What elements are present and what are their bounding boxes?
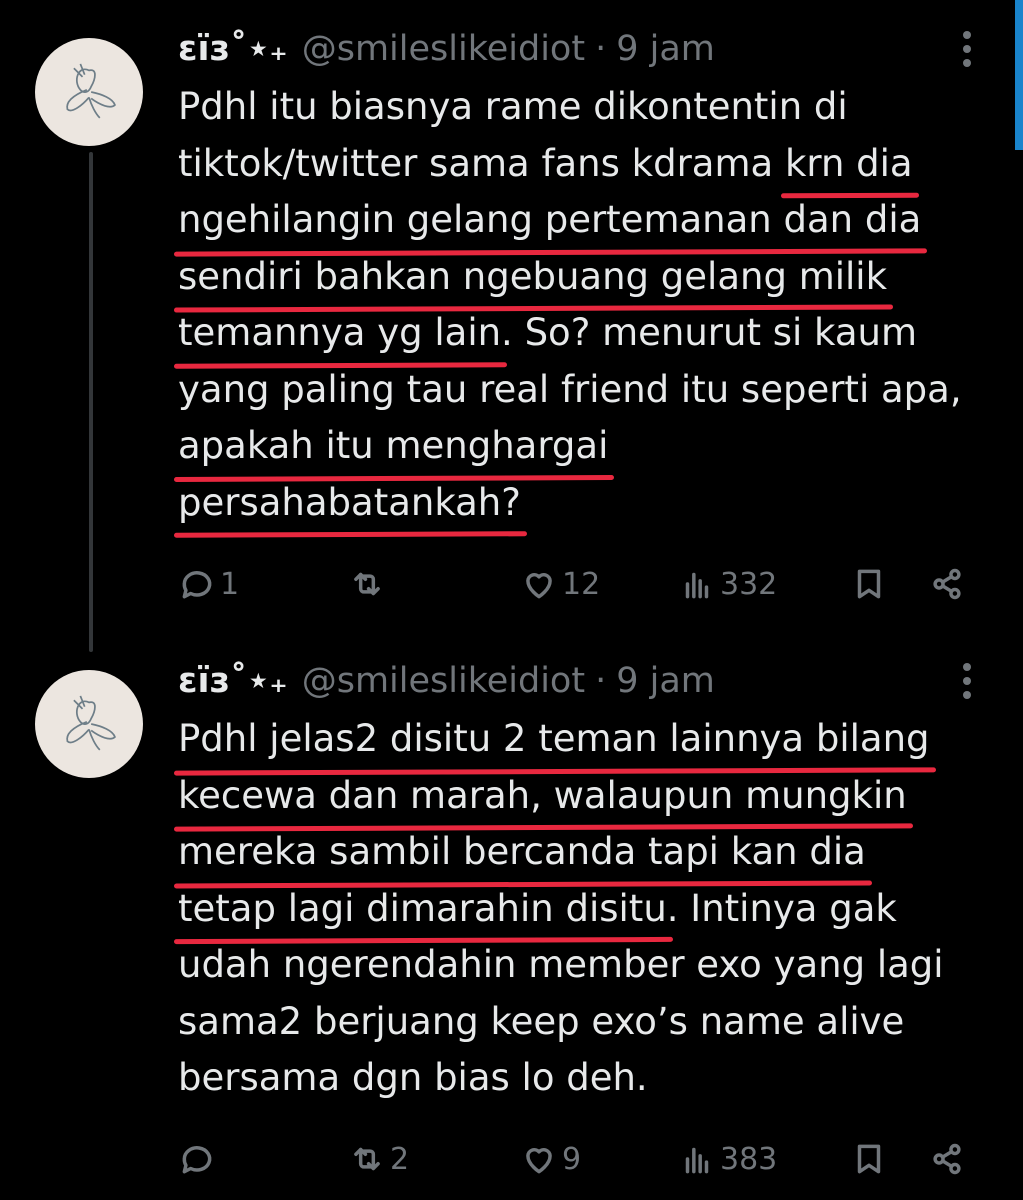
reply-icon [182,571,212,599]
like-count: 12 [562,566,601,602]
retweet-button[interactable]: 2 [348,1134,409,1184]
reply-count: 1 [220,566,240,602]
butterfly-avatar-icon [66,695,116,751]
retweet-icon [354,1147,380,1171]
views-button[interactable]: 332 [678,559,777,609]
share-button[interactable] [928,1134,966,1184]
tweet-text-line: sama2 berjuang keep exo’s name alive [178,994,998,1051]
display-name[interactable]: εïз˚⋆₊ [178,29,288,69]
bookmark-icon [857,1144,881,1174]
underlined-text: kecewa dan marah, walaupun mungkin [178,768,907,825]
text-segment: tiktok/twitter sama fans kdrama [178,141,785,185]
bookmark-button[interactable] [850,1134,888,1184]
underlined-text: sendiri bahkan ngebuang gelang milik [178,249,887,306]
views-icon [685,1147,709,1174]
tweet-text-line: tetap lagi dimarahin disitu. Intinya gak [178,881,998,938]
underlined-text: persahabatankah? [178,475,521,532]
text-segment: bersama dgn bias lo deh. [178,1056,648,1099]
tweet-text-line: apakah itu menghargai [178,418,998,475]
reply-button[interactable]: 1 [178,559,239,609]
reply-button[interactable] [178,1134,220,1184]
underlined-text: tetap lagi dimarahin disitu [178,881,667,938]
share-button[interactable] [928,559,966,609]
avatar[interactable] [35,670,143,778]
tweet-text-line: yang paling tau real friend itu seperti … [178,362,998,419]
user-handle[interactable]: @smileslikeidiot [302,661,585,701]
tweet-text-line: ngehilangin gelang pertemanan dan dia [178,192,998,249]
underlined-text: mereka sambil bercanda tapi kan dia [178,824,866,881]
text-segment: . So? menurut si kaum [501,311,917,354]
tweet-header: εïз˚⋆₊ @smileslikeidiot · 9 jam [178,24,968,74]
tweet-text-line: udah ngerendahin member exo yang lagi [178,937,998,994]
retweet-icon [354,572,380,596]
like-icon [526,573,552,599]
text-segment: Pdhl itu biasnya rame dikontentin di [178,85,848,128]
retweet-count: 2 [390,1141,410,1177]
tweet-text-line: Pdhl itu biasnya rame dikontentin di [178,79,998,136]
like-icon [526,1148,552,1174]
retweet-button[interactable] [348,559,390,609]
like-button[interactable]: 12 [520,559,600,609]
more-icon[interactable] [961,656,973,706]
user-handle[interactable]: @smileslikeidiot [302,29,585,69]
separator-dot: · [595,661,607,701]
tweet-text-line: kecewa dan marah, walaupun mungkin [178,768,998,825]
text-segment: udah ngerendahin member exo yang lagi [178,943,944,986]
thread-connector-line [89,152,93,652]
butterfly-avatar-icon [66,63,116,119]
views-icon [685,572,709,599]
tweet-text: Pdhl itu biasnya rame dikontentin di tikt… [178,79,998,531]
underlined-text: krn dia [785,136,913,193]
more-icon[interactable] [961,24,973,74]
avatar[interactable] [35,38,143,146]
tweet-text-line: persahabatankah? [178,475,998,532]
reply-icon [182,1146,212,1174]
views-button[interactable]: 383 [678,1134,777,1184]
tweet-text-line: tiktok/twitter sama fans kdrama krn dia [178,136,998,193]
scrollbar[interactable] [1015,0,1023,150]
tweet-text-line: temannya yg lain. So? menurut si kaum [178,305,998,362]
underlined-text: ngehilangin gelang pertemanan dan dia [178,192,921,249]
text-segment: sama2 berjuang keep exo’s name alive [178,999,905,1043]
display-name[interactable]: εïз˚⋆₊ [178,661,288,701]
bookmark-icon [857,569,881,599]
share-icon [933,568,961,600]
tweet-header: εïз˚⋆₊ @smileslikeidiot · 9 jam [178,656,968,706]
tweet-text: Pdhl jelas2 disitu 2 teman lainnya bilan… [178,711,998,1107]
underlined-text: apakah itu menghargai [178,418,608,475]
like-count: 9 [562,1141,582,1177]
views-count: 332 [720,566,778,602]
bookmark-button[interactable] [850,559,888,609]
timestamp[interactable]: 9 jam [616,29,715,69]
tweet-text-line: mereka sambil bercanda tapi kan dia [178,824,998,881]
action-bar: 1 12 332 [178,559,978,609]
tweet-text-line: sendiri bahkan ngebuang gelang milik [178,249,998,306]
timestamp[interactable]: 9 jam [616,661,715,701]
underlined-text: temannya yg lain [178,305,501,362]
separator-dot: · [595,29,607,69]
tweet-text-line: bersama dgn bias lo deh. [178,1050,998,1107]
underlined-text: Pdhl jelas2 disitu 2 teman lainnya bilan… [178,711,930,768]
action-bar: 2 9 383 [178,1134,978,1184]
text-segment: yang paling tau real friend itu seperti … [178,367,962,411]
text-segment: . Intinya gak [666,886,897,930]
tweet-text-line: Pdhl jelas2 disitu 2 teman lainnya bilan… [178,711,998,768]
like-button[interactable]: 9 [520,1134,581,1184]
share-icon [933,1143,961,1175]
views-count: 383 [720,1141,778,1177]
